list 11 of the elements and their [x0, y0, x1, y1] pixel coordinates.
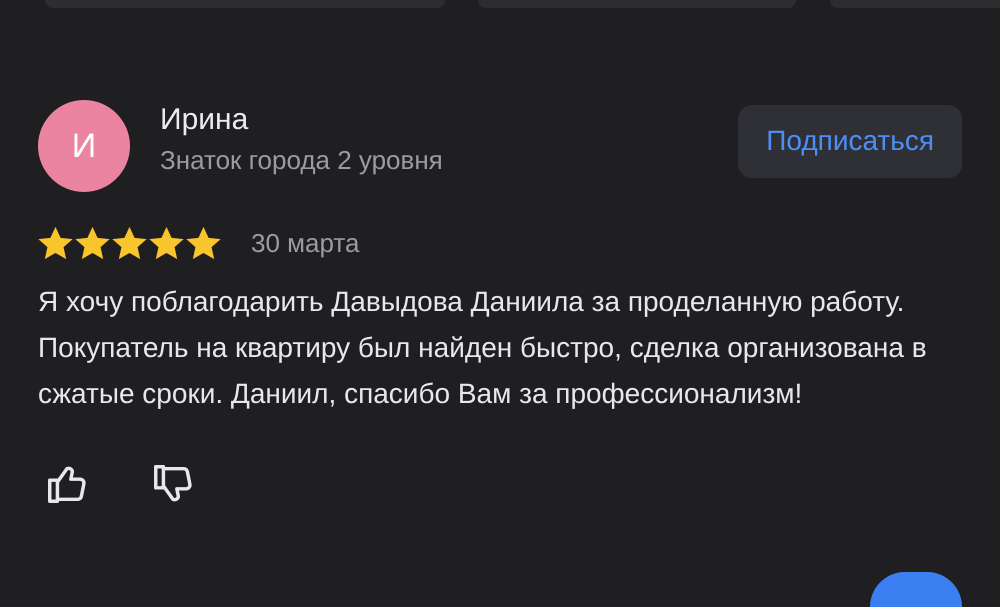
avatar: И	[38, 100, 130, 192]
author-status: Знаток города 2 уровня	[160, 144, 443, 176]
review-text: Я хочу поблагодарить Давыдова Даниила за проделанную работу. Покупатель на квартиру был найден быстро, сделка организована в сжатые сроки. Даниил, спасибо Вам за профессионализм!	[38, 285, 928, 411]
star-icon	[149, 226, 184, 261]
review-date: 30 марта	[251, 228, 360, 259]
star-icon	[112, 226, 147, 261]
star-icon	[75, 226, 110, 261]
star-icon	[38, 226, 73, 261]
subscribe-button[interactable]: Подписаться	[738, 104, 962, 178]
author-name: Ирина	[160, 102, 250, 136]
star-icon	[186, 226, 221, 261]
